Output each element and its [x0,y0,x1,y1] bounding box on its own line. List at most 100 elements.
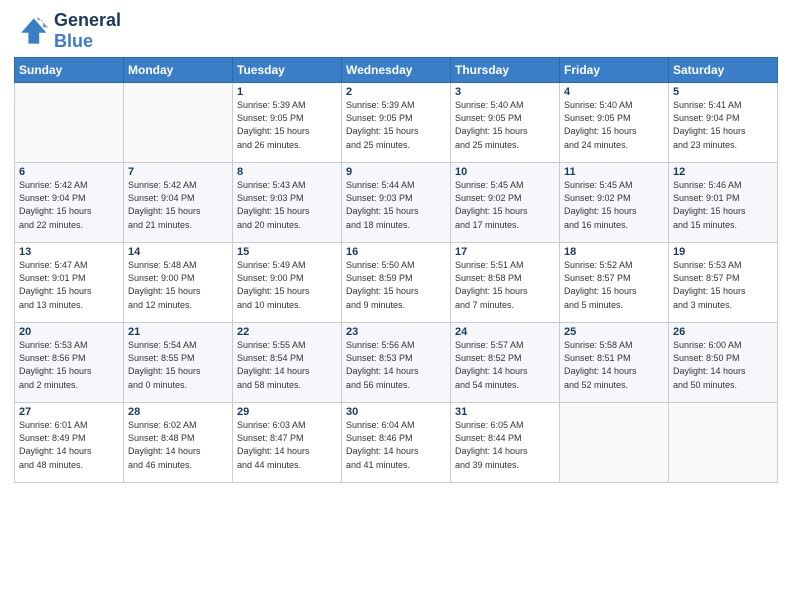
day-number: 22 [237,326,337,338]
weekday-header-friday: Friday [560,58,669,83]
calendar-cell: 28Sunrise: 6:02 AM Sunset: 8:48 PM Dayli… [124,403,233,483]
calendar-cell: 24Sunrise: 5:57 AM Sunset: 8:52 PM Dayli… [451,323,560,403]
calendar-cell: 9Sunrise: 5:44 AM Sunset: 9:03 PM Daylig… [342,163,451,243]
day-number: 10 [455,166,555,178]
day-number: 30 [346,406,446,418]
day-info: Sunrise: 5:51 AM Sunset: 8:58 PM Dayligh… [455,259,555,311]
day-info: Sunrise: 5:43 AM Sunset: 9:03 PM Dayligh… [237,179,337,231]
day-number: 4 [564,86,664,98]
page: GeneralBlue SundayMondayTuesdayWednesday… [0,0,792,612]
day-number: 9 [346,166,446,178]
calendar-cell: 19Sunrise: 5:53 AM Sunset: 8:57 PM Dayli… [669,243,778,323]
day-info: Sunrise: 5:54 AM Sunset: 8:55 PM Dayligh… [128,339,228,391]
day-number: 18 [564,246,664,258]
calendar-cell: 21Sunrise: 5:54 AM Sunset: 8:55 PM Dayli… [124,323,233,403]
calendar-cell [124,83,233,163]
day-info: Sunrise: 5:42 AM Sunset: 9:04 PM Dayligh… [19,179,119,231]
day-number: 24 [455,326,555,338]
day-info: Sunrise: 5:39 AM Sunset: 9:05 PM Dayligh… [237,99,337,151]
day-info: Sunrise: 6:02 AM Sunset: 8:48 PM Dayligh… [128,419,228,471]
day-info: Sunrise: 5:45 AM Sunset: 9:02 PM Dayligh… [455,179,555,231]
calendar-cell: 30Sunrise: 6:04 AM Sunset: 8:46 PM Dayli… [342,403,451,483]
day-info: Sunrise: 5:40 AM Sunset: 9:05 PM Dayligh… [564,99,664,151]
day-number: 5 [673,86,773,98]
day-number: 13 [19,246,119,258]
day-number: 11 [564,166,664,178]
calendar-cell: 26Sunrise: 6:00 AM Sunset: 8:50 PM Dayli… [669,323,778,403]
weekday-header-row: SundayMondayTuesdayWednesdayThursdayFrid… [15,58,778,83]
day-number: 27 [19,406,119,418]
weekday-header-sunday: Sunday [15,58,124,83]
day-info: Sunrise: 5:58 AM Sunset: 8:51 PM Dayligh… [564,339,664,391]
calendar-cell: 27Sunrise: 6:01 AM Sunset: 8:49 PM Dayli… [15,403,124,483]
day-info: Sunrise: 5:57 AM Sunset: 8:52 PM Dayligh… [455,339,555,391]
day-number: 15 [237,246,337,258]
day-info: Sunrise: 5:52 AM Sunset: 8:57 PM Dayligh… [564,259,664,311]
day-number: 3 [455,86,555,98]
week-row-4: 20Sunrise: 5:53 AM Sunset: 8:56 PM Dayli… [15,323,778,403]
day-number: 25 [564,326,664,338]
calendar-cell: 8Sunrise: 5:43 AM Sunset: 9:03 PM Daylig… [233,163,342,243]
day-info: Sunrise: 5:50 AM Sunset: 8:59 PM Dayligh… [346,259,446,311]
calendar-cell: 13Sunrise: 5:47 AM Sunset: 9:01 PM Dayli… [15,243,124,323]
week-row-5: 27Sunrise: 6:01 AM Sunset: 8:49 PM Dayli… [15,403,778,483]
logo-text: GeneralBlue [54,10,121,51]
day-number: 8 [237,166,337,178]
week-row-3: 13Sunrise: 5:47 AM Sunset: 9:01 PM Dayli… [15,243,778,323]
weekday-header-saturday: Saturday [669,58,778,83]
day-number: 1 [237,86,337,98]
day-info: Sunrise: 5:53 AM Sunset: 8:56 PM Dayligh… [19,339,119,391]
day-info: Sunrise: 5:46 AM Sunset: 9:01 PM Dayligh… [673,179,773,231]
day-info: Sunrise: 5:47 AM Sunset: 9:01 PM Dayligh… [19,259,119,311]
day-number: 29 [237,406,337,418]
calendar-cell: 10Sunrise: 5:45 AM Sunset: 9:02 PM Dayli… [451,163,560,243]
day-info: Sunrise: 5:41 AM Sunset: 9:04 PM Dayligh… [673,99,773,151]
day-number: 20 [19,326,119,338]
week-row-1: 1Sunrise: 5:39 AM Sunset: 9:05 PM Daylig… [15,83,778,163]
calendar-cell: 29Sunrise: 6:03 AM Sunset: 8:47 PM Dayli… [233,403,342,483]
calendar-cell: 3Sunrise: 5:40 AM Sunset: 9:05 PM Daylig… [451,83,560,163]
day-number: 28 [128,406,228,418]
calendar-cell: 11Sunrise: 5:45 AM Sunset: 9:02 PM Dayli… [560,163,669,243]
day-info: Sunrise: 5:40 AM Sunset: 9:05 PM Dayligh… [455,99,555,151]
day-info: Sunrise: 5:45 AM Sunset: 9:02 PM Dayligh… [564,179,664,231]
day-number: 14 [128,246,228,258]
weekday-header-wednesday: Wednesday [342,58,451,83]
calendar-cell: 7Sunrise: 5:42 AM Sunset: 9:04 PM Daylig… [124,163,233,243]
day-info: Sunrise: 6:04 AM Sunset: 8:46 PM Dayligh… [346,419,446,471]
day-info: Sunrise: 5:39 AM Sunset: 9:05 PM Dayligh… [346,99,446,151]
day-info: Sunrise: 6:00 AM Sunset: 8:50 PM Dayligh… [673,339,773,391]
day-info: Sunrise: 5:49 AM Sunset: 9:00 PM Dayligh… [237,259,337,311]
calendar-cell: 15Sunrise: 5:49 AM Sunset: 9:00 PM Dayli… [233,243,342,323]
calendar-cell: 22Sunrise: 5:55 AM Sunset: 8:54 PM Dayli… [233,323,342,403]
calendar-cell: 14Sunrise: 5:48 AM Sunset: 9:00 PM Dayli… [124,243,233,323]
day-info: Sunrise: 6:01 AM Sunset: 8:49 PM Dayligh… [19,419,119,471]
calendar-cell: 16Sunrise: 5:50 AM Sunset: 8:59 PM Dayli… [342,243,451,323]
calendar-cell [15,83,124,163]
calendar-cell: 20Sunrise: 5:53 AM Sunset: 8:56 PM Dayli… [15,323,124,403]
day-number: 7 [128,166,228,178]
calendar-cell: 5Sunrise: 5:41 AM Sunset: 9:04 PM Daylig… [669,83,778,163]
calendar-cell: 2Sunrise: 5:39 AM Sunset: 9:05 PM Daylig… [342,83,451,163]
weekday-header-thursday: Thursday [451,58,560,83]
logo-icon [14,13,50,49]
day-info: Sunrise: 5:42 AM Sunset: 9:04 PM Dayligh… [128,179,228,231]
calendar-cell: 31Sunrise: 6:05 AM Sunset: 8:44 PM Dayli… [451,403,560,483]
day-number: 2 [346,86,446,98]
day-number: 12 [673,166,773,178]
week-row-2: 6Sunrise: 5:42 AM Sunset: 9:04 PM Daylig… [15,163,778,243]
calendar-cell: 18Sunrise: 5:52 AM Sunset: 8:57 PM Dayli… [560,243,669,323]
calendar-table: SundayMondayTuesdayWednesdayThursdayFrid… [14,57,778,483]
day-number: 19 [673,246,773,258]
day-info: Sunrise: 6:03 AM Sunset: 8:47 PM Dayligh… [237,419,337,471]
weekday-header-monday: Monday [124,58,233,83]
day-number: 23 [346,326,446,338]
day-number: 31 [455,406,555,418]
day-info: Sunrise: 5:44 AM Sunset: 9:03 PM Dayligh… [346,179,446,231]
day-info: Sunrise: 5:48 AM Sunset: 9:00 PM Dayligh… [128,259,228,311]
day-number: 21 [128,326,228,338]
logo: GeneralBlue [14,10,121,51]
calendar-cell: 25Sunrise: 5:58 AM Sunset: 8:51 PM Dayli… [560,323,669,403]
weekday-header-tuesday: Tuesday [233,58,342,83]
calendar-cell: 4Sunrise: 5:40 AM Sunset: 9:05 PM Daylig… [560,83,669,163]
